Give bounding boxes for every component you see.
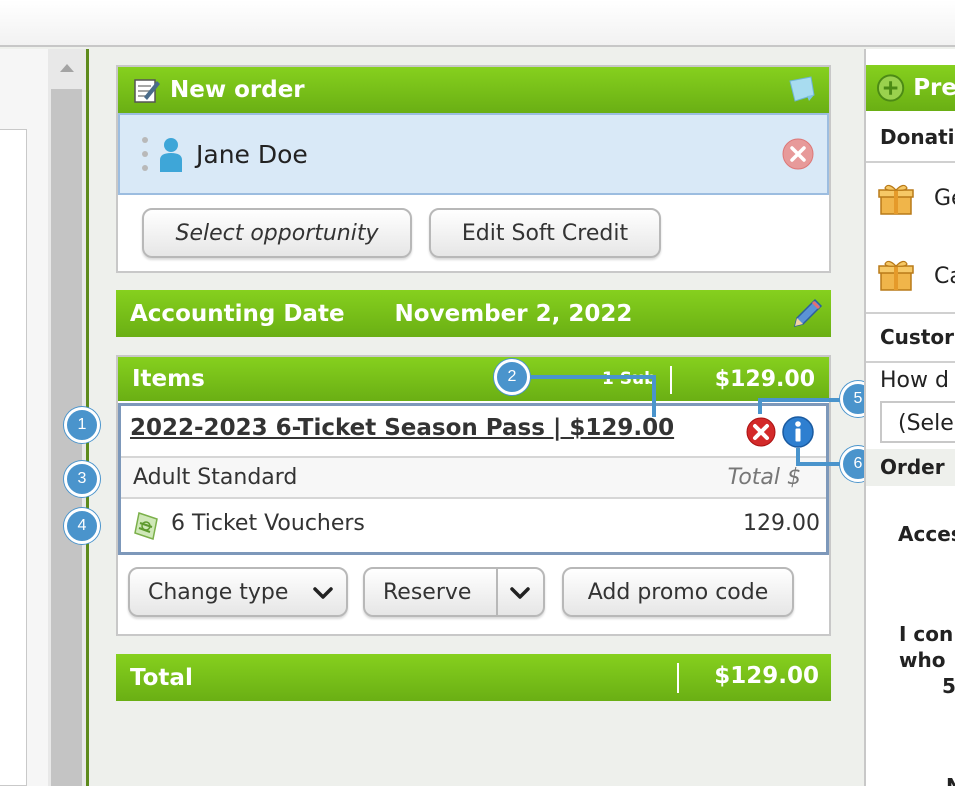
gift-item-2[interactable]: Ca: [934, 264, 955, 289]
consent-line-2: who: [899, 648, 946, 672]
donations-label: Donati: [880, 125, 955, 149]
callout-2-line-h: [512, 375, 656, 379]
consent-line-3: 5: [942, 674, 955, 698]
new-order-panel: New order Jane Doe Select opportunity Ed…: [116, 65, 831, 273]
items-panel: Items 1 Sub $129.00 2022-2023 6-Ticket S…: [116, 355, 831, 636]
item-block: 2022-2023 6-Ticket Season Pass | $129.00…: [118, 403, 829, 555]
callout-4: 4: [64, 508, 100, 544]
items-title: Items: [132, 366, 205, 392]
right-header-title: Pre: [913, 75, 955, 101]
total-separator: [677, 663, 679, 693]
consent-line-1: I con: [899, 622, 954, 646]
callout-2-line-v: [652, 375, 656, 417]
item-title-link[interactable]: 2022-2023 6-Ticket Season Pass | $129.00: [130, 415, 674, 441]
reserve-split-divider: [496, 569, 498, 615]
reserve-label: Reserve: [383, 579, 472, 605]
reserve-button[interactable]: Reserve: [363, 567, 545, 617]
arrow-up-icon: [60, 64, 74, 72]
bottom-clipped-text: N: [946, 774, 955, 786]
new-order-title: New order: [170, 77, 305, 103]
how-select-value: (Sele: [898, 411, 954, 436]
new-order-header: New order: [118, 67, 829, 113]
access-label: Acces: [898, 522, 955, 546]
how-select[interactable]: (Sele: [880, 401, 955, 443]
accounting-date-label: Accounting Date: [130, 300, 345, 327]
drag-handle-icon[interactable]: [142, 137, 150, 171]
gift-icon: [878, 184, 914, 215]
right-separator: [866, 161, 955, 163]
gift-icon: [878, 260, 914, 291]
right-pane: Pre Donati Ge Ca Custor How d (Sele Orde…: [864, 49, 955, 786]
total-amount: $129.00: [714, 663, 819, 689]
how-question-label: How d: [880, 368, 949, 393]
accounting-date-bar: Accounting Date November 2, 2022: [116, 290, 831, 337]
callout-3: 3: [64, 461, 100, 497]
info-icon[interactable]: [781, 415, 815, 449]
voucher-label: 6 Ticket Vouchers: [171, 511, 365, 536]
voucher-row: 6 Ticket Vouchers 129.00: [121, 501, 826, 552]
total-label: Total: [130, 664, 193, 691]
remove-customer-icon[interactable]: [781, 137, 815, 171]
scroll-up-button[interactable]: [48, 49, 86, 87]
callout-5-line-v: [758, 398, 762, 414]
price-type-row: Adult Standard Total $: [121, 458, 826, 499]
edit-soft-credit-button[interactable]: Edit Soft Credit: [429, 208, 661, 258]
callout-1: 1: [64, 407, 100, 443]
change-type-button[interactable]: Change type: [128, 567, 348, 617]
total-bar: Total $129.00: [116, 654, 831, 701]
reserve-dropdown-chevron-icon[interactable]: [509, 586, 531, 600]
gift-item-1[interactable]: Ge: [934, 186, 955, 211]
add-promo-code-button[interactable]: Add promo code: [562, 567, 794, 617]
customer-row[interactable]: Jane Doe: [118, 113, 829, 195]
ticket-voucher-icon: [134, 512, 158, 540]
custom-fields-label: Custor: [880, 325, 954, 349]
right-separator: [866, 361, 955, 363]
customer-name: Jane Doe: [196, 139, 308, 169]
edit-order-icon: [134, 79, 160, 103]
remove-item-icon[interactable]: [745, 416, 777, 448]
select-opportunity-button[interactable]: Select opportunity: [142, 208, 412, 258]
right-separator: [866, 312, 955, 314]
order-section-label: Order: [880, 455, 945, 479]
chevron-down-icon: [313, 587, 333, 599]
sub-count: 1 Sub: [602, 369, 657, 389]
left-card: [0, 129, 27, 786]
header-separator: [670, 366, 672, 394]
plus-circle-icon[interactable]: [876, 73, 905, 103]
accounting-date-header: Accounting Date November 2, 2022: [116, 290, 831, 337]
total-column-label: Total $: [727, 465, 801, 490]
change-type-label: Change type: [148, 579, 289, 605]
accounting-date-value: November 2, 2022: [394, 300, 633, 327]
person-icon: [160, 138, 182, 172]
item-title-row: 2022-2023 6-Ticket Season Pass | $129.00: [121, 406, 826, 458]
order-section-header: Order: [866, 449, 955, 486]
price-type-label: Adult Standard: [133, 465, 298, 490]
left-pane: [0, 49, 48, 786]
total-header: Total $129.00: [116, 654, 831, 701]
top-bar: [0, 0, 955, 47]
callout-2: 2: [494, 359, 530, 395]
voucher-amount: 129.00: [743, 511, 820, 536]
items-total: $129.00: [714, 367, 815, 392]
sticky-note-icon[interactable]: [787, 75, 817, 103]
right-pane-header: Pre: [866, 65, 955, 111]
items-header: Items 1 Sub $129.00: [118, 357, 829, 401]
pencil-icon[interactable]: [789, 296, 825, 332]
